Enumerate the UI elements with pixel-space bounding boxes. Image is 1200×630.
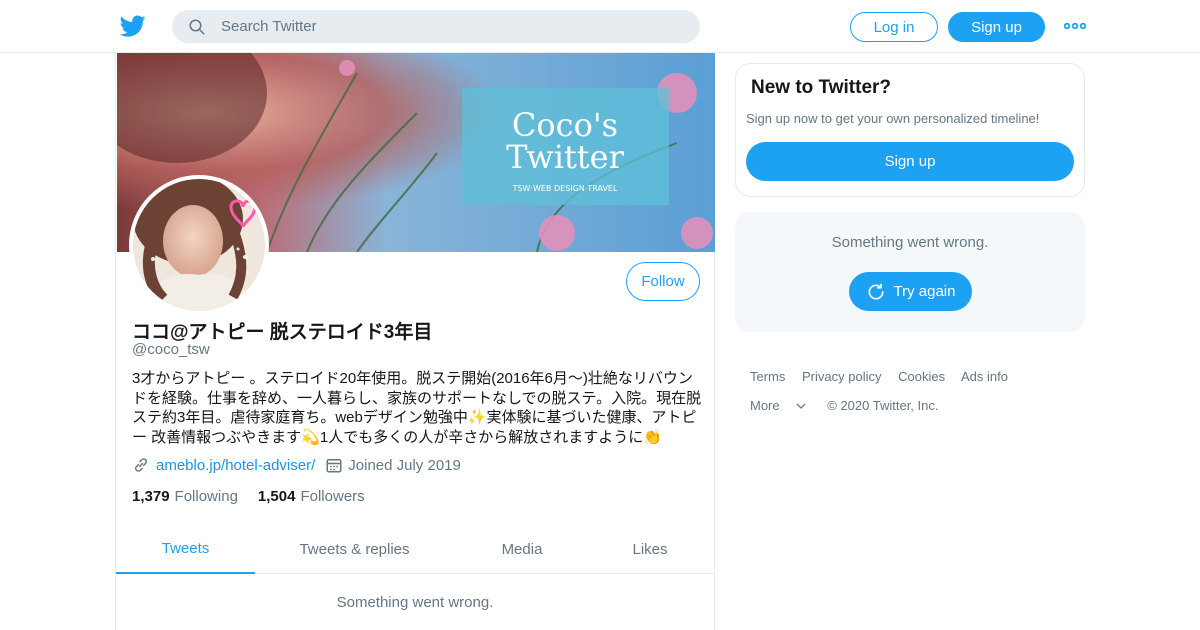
followers-label: Followers [300,488,365,505]
profile-name: ココ@アトピー 脱ステロイド3年目 [132,322,433,343]
footer-link-terms[interactable]: Terms [750,369,785,384]
twitter-bird-icon[interactable] [120,13,146,39]
profile-bio: 3才からアトピー 。ステロイド20年使用。脱ステ開始(2016年6月〜)壮絶なリ… [132,370,702,446]
login-button[interactable]: Log in [850,12,938,42]
following-stat[interactable]: 1,379 Following [132,488,238,505]
signup-promo-card: New to Twitter? Sign up now to get your … [735,63,1085,197]
followers-stat[interactable]: 1,504 Followers [258,488,365,505]
sidebar-error-message: Something went wrong. [831,234,989,251]
more-options-icon[interactable] [1064,18,1086,34]
refresh-icon [868,283,884,300]
profile-website-link[interactable]: ameblo.jp/hotel-adviser/ [156,457,315,474]
banner-title-line2: Twitter [506,138,624,176]
chevron-down-icon [796,403,806,409]
following-label: Following [174,488,238,505]
followers-count: 1,504 [257,488,296,505]
signup-promo-button[interactable]: Sign up [746,142,1074,181]
try-again-button[interactable]: Try again [849,272,972,311]
follow-button[interactable]: Follow [626,262,700,301]
signup-promo-subtitle: Sign up now to get your own personalized… [746,111,1040,126]
sidebar-error-card: Something went wrong. Try again [735,212,1085,332]
following-count: 1,379 [132,488,170,505]
tab-tweets[interactable]: Tweets [116,525,255,574]
footer-link-privacy[interactable]: Privacy policy [802,369,881,384]
avatar-image [133,179,265,311]
signup-button[interactable]: Sign up [948,12,1045,42]
profile-column: Coco's Twitter TSW·WEB DESIGN·TRAVEL Fol… [115,53,715,630]
tab-tweets-and-replies[interactable]: Tweets & replies [276,525,433,574]
search-input[interactable] [221,18,661,35]
signup-promo-title: New to Twitter? [751,77,892,98]
top-bar: Log in Sign up [0,0,1200,53]
try-again-label: Try again [893,283,956,300]
profile-stats: 1,379 Following 1,504 Followers [132,488,365,505]
profile-tabs: Tweets Tweets & replies Media Likes [116,525,714,574]
profile-avatar[interactable] [129,175,269,315]
timeline-error: Something went wrong. [336,594,494,611]
banner-subtitle: TSW·WEB DESIGN·TRAVEL [512,184,618,193]
footer-more-menu[interactable]: More [750,398,806,413]
profile-handle[interactable]: @coco_tsw [132,341,210,358]
footer-copyright: © 2020 Twitter, Inc. [827,398,939,413]
tab-likes[interactable]: Likes [612,525,688,574]
search-bar[interactable] [172,10,700,43]
calendar-icon [326,459,342,473]
search-icon [189,19,205,34]
profile-joined-date: Joined July 2019 [348,456,461,474]
footer-more-label: More [750,398,780,413]
sidebar-footer: Terms Privacy policy Cookies Ads info Mo… [750,362,1080,420]
link-icon [134,458,148,472]
tab-media[interactable]: Media [478,525,566,574]
footer-link-ads-info[interactable]: Ads info [961,369,1008,384]
profile-meta: ameblo.jp/hotel-adviser/ Joined July 201… [132,456,461,474]
footer-link-cookies[interactable]: Cookies [898,369,945,384]
